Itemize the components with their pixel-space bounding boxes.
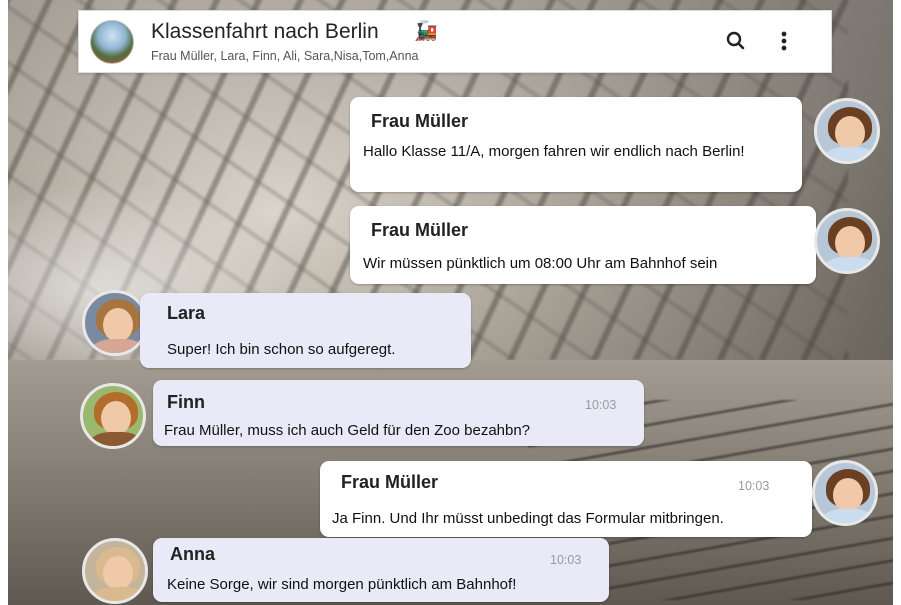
message-text: Hallo Klasse 11/A, morgen fahren wir end… [363, 143, 745, 160]
participants-list[interactable]: Frau Müller, Lara, Finn, Ali, Sara,Nisa,… [151, 49, 418, 63]
avatar-frau-mueller[interactable] [814, 98, 880, 164]
more-vertical-icon [781, 31, 787, 51]
message-text: Keine Sorge, wir sind morgen pünktlich a… [167, 576, 517, 593]
message-sender: Frau Müller [371, 111, 469, 131]
message-sender: Lara [167, 303, 206, 323]
message-bubble[interactable]: Frau Müller Wir müssen pünktlich um 08:0… [350, 206, 816, 284]
message-sender: Frau Müller [371, 220, 469, 240]
avatar-lara[interactable] [82, 290, 148, 356]
message-text: Super! Ich bin schon so aufgeregt. [167, 341, 396, 358]
avatar-finn[interactable] [80, 383, 146, 449]
message-text: Wir müssen pünktlich um 08:00 Uhr am Bah… [363, 255, 718, 272]
message-sender: Frau Müller [341, 472, 439, 492]
message-time: 10:03 [550, 553, 582, 567]
message-bubble[interactable]: Frau Müller 10:03 Ja Finn. Und Ihr müsst… [320, 461, 812, 537]
train-icon: 🚂 [414, 21, 438, 42]
message-bubble[interactable]: Finn 10:03 Frau Müller, muss ich auch Ge… [153, 380, 644, 446]
chat-title[interactable]: Klassenfahrt nach Berlin [151, 20, 379, 44]
avatar-anna[interactable] [82, 538, 148, 604]
message-time: 10:03 [585, 398, 617, 412]
message-bubble[interactable]: Lara Super! Ich bin schon so aufgeregt. [140, 293, 471, 368]
message-sender: Finn [167, 392, 205, 412]
message-text: Ja Finn. Und Ihr müsst unbedingt das For… [332, 510, 724, 527]
message-text: Frau Müller, muss ich auch Geld für den … [164, 422, 531, 439]
message-bubble[interactable]: Anna 10:03 Keine Sorge, wir sind morgen … [153, 538, 609, 602]
message-time: 10:03 [738, 479, 770, 493]
search-button[interactable] [722, 27, 750, 55]
more-options-button[interactable] [773, 27, 795, 55]
avatar-frau-mueller[interactable] [812, 460, 878, 526]
chat-header: Klassenfahrt nach Berlin 🚂 Frau Müller, … [78, 10, 832, 73]
avatar-frau-mueller[interactable] [814, 208, 880, 274]
message-sender: Anna [170, 544, 215, 564]
search-icon [726, 31, 745, 50]
group-avatar[interactable] [90, 20, 134, 64]
message-bubble[interactable]: Frau Müller Hallo Klasse 11/A, morgen fa… [350, 97, 802, 192]
